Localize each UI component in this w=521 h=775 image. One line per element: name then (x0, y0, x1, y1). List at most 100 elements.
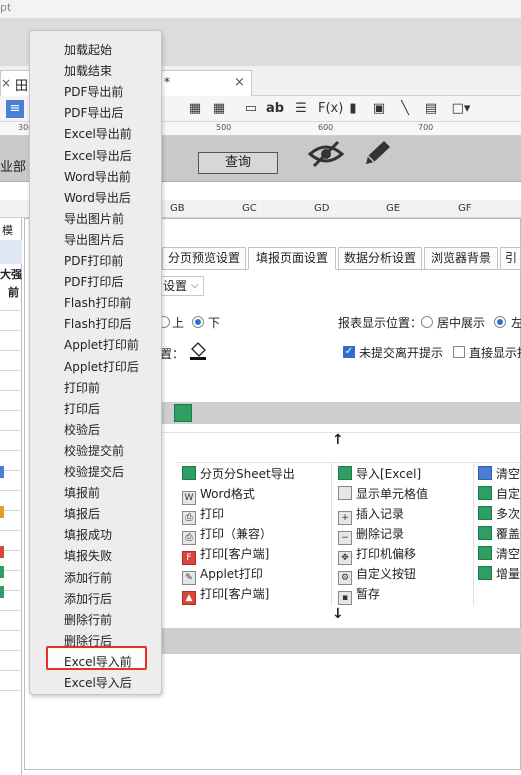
menu-item[interactable]: 校验提交前 (64, 442, 124, 459)
align-icon[interactable]: ≡ (6, 100, 24, 118)
button-option[interactable]: 增量导 (478, 564, 521, 584)
radio-left[interactable] (494, 316, 506, 328)
menu-item[interactable]: Applet打印前 (64, 336, 139, 353)
close-icon[interactable]: × (234, 75, 245, 90)
button-option[interactable]: F 打印[客户端] (182, 544, 269, 565)
radio-bottom[interactable] (192, 316, 204, 328)
menu-item[interactable]: Applet打印后 (64, 358, 139, 375)
menu-item[interactable]: PDF打印后 (64, 273, 123, 290)
button-option[interactable]: − 删除记录 (338, 524, 404, 545)
menu-item[interactable]: 加载结束 (64, 62, 112, 79)
menu-item[interactable]: PDF导出前 (64, 83, 123, 100)
move-up-icon[interactable]: ↑ (332, 432, 344, 448)
paragraph-icon[interactable]: ☰ (292, 100, 310, 118)
button-option[interactable]: 覆盖导 (478, 524, 521, 544)
menu-item[interactable]: 填报成功 (64, 526, 112, 543)
radio-center[interactable] (421, 316, 433, 328)
button-option[interactable]: ▲ 打印[客户端] (182, 584, 269, 605)
menu-item[interactable]: Flash打印后 (64, 315, 131, 332)
menu-item[interactable]: 填报失败 (64, 547, 112, 564)
color-label: 置： (160, 347, 185, 361)
doc-tab-label: 田 (15, 79, 29, 94)
border-icon[interactable]: □▾ (448, 100, 474, 118)
button-option[interactable]: 分页分Sheet导出 (182, 464, 295, 484)
cell-text[interactable]: 模 (2, 222, 13, 238)
menu-item[interactable]: Flash打印前 (64, 294, 131, 311)
menu-item[interactable]: 删除行前 (64, 611, 112, 628)
query-button[interactable]: 查询 (198, 152, 278, 174)
button-option-label: 显示单元格值 (356, 487, 429, 501)
pencil-icon[interactable] (360, 138, 392, 170)
cell[interactable] (0, 240, 22, 264)
menu-item[interactable]: 删除行后 (64, 632, 112, 649)
move-down-icon[interactable]: ↓ (332, 606, 344, 622)
button-option[interactable]: ▪ 暂存 (338, 584, 380, 605)
document-tab-2[interactable]: * × (160, 70, 252, 96)
paint-bucket-icon[interactable] (188, 341, 208, 361)
button-option[interactable]: ✥ 打印机偏移 (338, 544, 416, 565)
sheet-left-column (0, 218, 22, 775)
menu-item[interactable]: Excel导出后 (64, 147, 132, 164)
button-option[interactable]: ⎙ 打印（兼容） (182, 524, 272, 545)
menu-item[interactable]: 导出图片前 (64, 210, 124, 227)
grid-icon[interactable]: ▦ (186, 100, 204, 118)
menu-item[interactable]: Word导出前 (64, 168, 131, 185)
button-option[interactable]: + 插入记录 (338, 504, 404, 525)
menu-item[interactable]: 加载起始 (64, 41, 112, 58)
button-option[interactable]: ⎙ 打印 (182, 504, 224, 525)
eye-off-icon[interactable] (308, 138, 344, 170)
button-option[interactable]: 清空 (478, 464, 521, 484)
grid-icon[interactable]: ▦ (210, 100, 228, 118)
menu-item[interactable]: 填报前 (64, 484, 100, 501)
tab-page-preview[interactable]: 分页预览设置 (162, 247, 246, 270)
button-option[interactable]: 导入[Excel] (338, 464, 421, 484)
menu-item[interactable]: PDF打印前 (64, 252, 123, 269)
button-option[interactable]: ⚙ 自定义按钮 (338, 564, 416, 585)
column-header[interactable]: GB (170, 203, 185, 214)
menu-item[interactable]: 校验后 (64, 421, 100, 438)
grid-line (0, 330, 22, 331)
excel-icon (478, 506, 492, 520)
menu-item[interactable]: 打印后 (64, 400, 100, 417)
tab-fill-page[interactable]: 填报页面设置 (248, 247, 336, 270)
column-header[interactable]: GF (458, 203, 472, 214)
column-header[interactable]: GC (242, 203, 257, 214)
slash-icon[interactable]: ╲ (396, 100, 414, 118)
menu-item[interactable]: 添加行后 (64, 590, 112, 607)
cell-text[interactable]: 前 (8, 284, 19, 300)
tab-guide[interactable]: 引导 (500, 247, 521, 270)
button-option[interactable]: ✎ Applet打印 (182, 564, 263, 585)
tab-browser-background[interactable]: 浏览器背景 (424, 247, 498, 270)
chart-icon[interactable]: ▮ (344, 100, 362, 118)
button-option[interactable]: W Word格式 (182, 484, 255, 505)
settings-select[interactable]: 设置 ⌵ (160, 276, 204, 296)
menu-item[interactable]: Excel导入后 (64, 674, 132, 691)
tab-data-analysis[interactable]: 数据分析设置 (338, 247, 422, 270)
menu-item[interactable]: Excel导入前 (64, 653, 132, 670)
button-option[interactable]: 自定义 (478, 484, 521, 504)
button-option-label: 暂存 (356, 587, 381, 601)
menu-item[interactable]: Word导出后 (64, 189, 131, 206)
menu-item[interactable]: 校验提交后 (64, 463, 124, 480)
close-icon[interactable]: × (1, 76, 11, 90)
menu-item[interactable]: 添加行前 (64, 569, 112, 586)
column-header[interactable]: GD (314, 203, 329, 214)
text-icon[interactable]: ab (266, 100, 284, 118)
excel-icon[interactable] (174, 404, 192, 422)
unsubmitted-leave-checkbox[interactable]: ✓ (343, 346, 355, 358)
menu-item[interactable]: 打印前 (64, 379, 100, 396)
show-directly-checkbox[interactable] (453, 346, 465, 358)
menu-item[interactable]: PDF导出后 (64, 104, 123, 121)
cell-text[interactable]: 大强 (0, 266, 22, 282)
column-header[interactable]: GE (386, 203, 400, 214)
menu-item[interactable]: 导出图片后 (64, 231, 124, 248)
menu-item[interactable]: Excel导出前 (64, 125, 132, 142)
formula-icon[interactable]: F(x) (318, 100, 343, 118)
document-icon[interactable]: ▤ (422, 100, 440, 118)
button-option[interactable]: 显示单元格值 (338, 484, 428, 504)
menu-item[interactable]: 填报后 (64, 505, 100, 522)
button-option[interactable]: 清空导 (478, 544, 521, 564)
button-option[interactable]: 多次导 (478, 504, 521, 524)
merge-icon[interactable]: ▭ (242, 100, 260, 118)
image-icon[interactable]: ▣ (370, 100, 388, 118)
